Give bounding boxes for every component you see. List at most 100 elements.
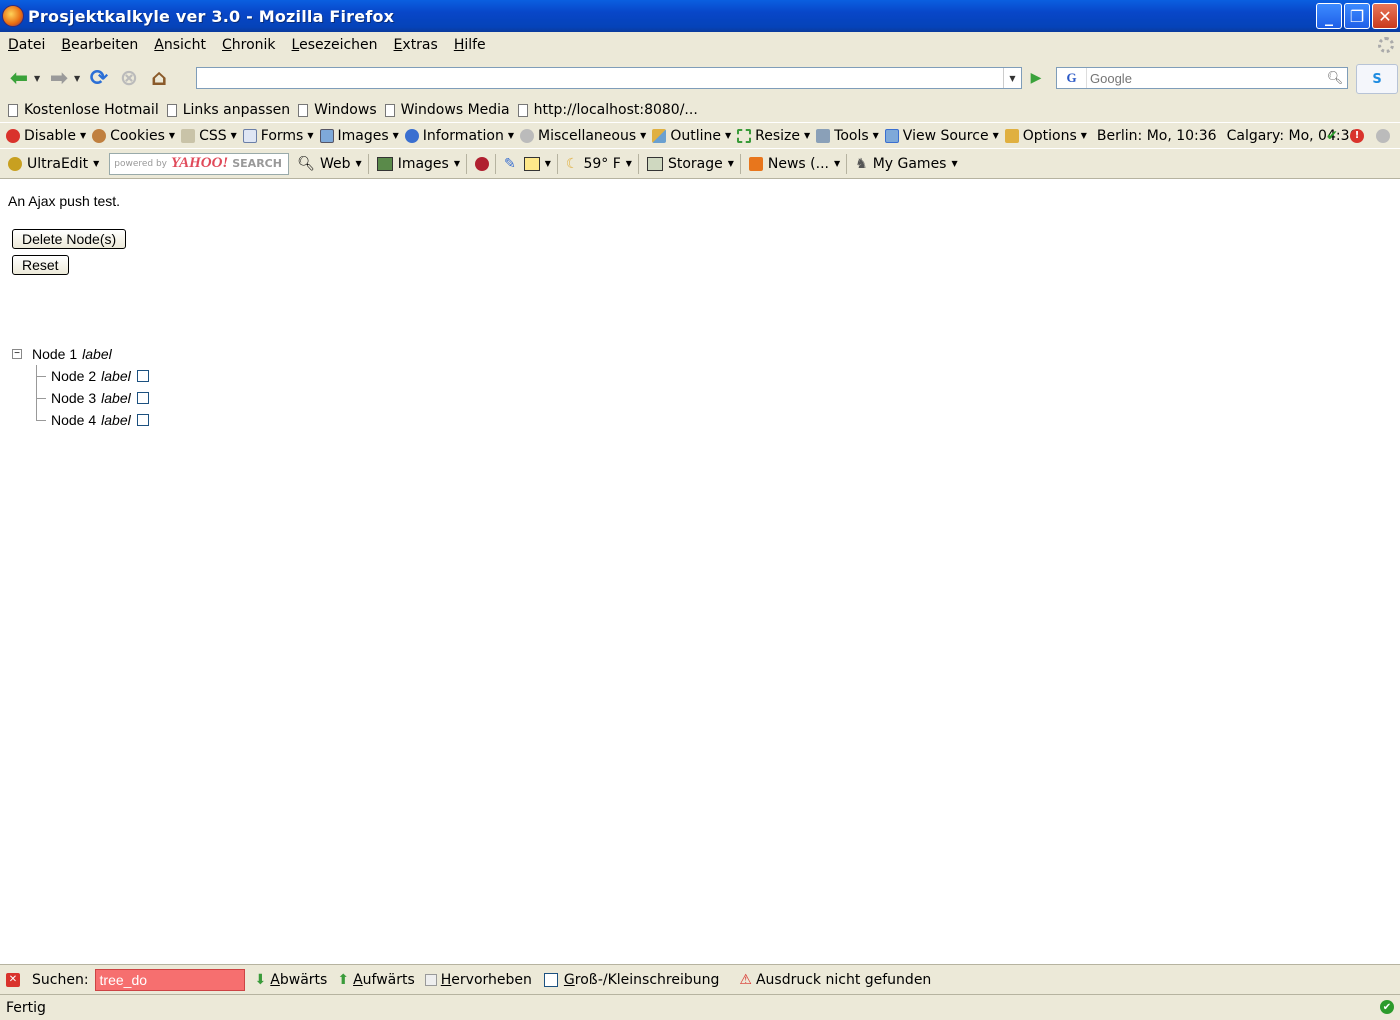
dev-cookies-menu[interactable]: Cookies ▼ <box>92 128 175 144</box>
menu-bearbeiten[interactable]: Bearbeiten <box>53 37 146 53</box>
highlight-button[interactable]: Hervorheben <box>424 971 532 988</box>
menu-chronik[interactable]: Chronik <box>214 37 284 53</box>
tree-root-node: − Node 1 label <box>10 343 149 365</box>
throbber-icon <box>1378 37 1394 53</box>
images-icon <box>319 128 334 143</box>
minimize-button[interactable]: _ <box>1316 3 1342 29</box>
bookmark-item[interactable]: Links anpassen <box>166 102 290 118</box>
url-input[interactable] <box>197 68 1003 88</box>
forward-history-dropdown[interactable]: ▼ <box>74 74 84 83</box>
find-input[interactable]: tree_do <box>94 968 245 991</box>
search-icon: 🔍︎ <box>297 155 316 172</box>
error-icon[interactable]: ! <box>1350 128 1364 143</box>
find-previous-button[interactable]: ⬆ Aufwärts <box>337 972 414 988</box>
home-button[interactable]: ⌂ <box>144 63 174 93</box>
collapse-icon[interactable]: − <box>12 349 22 359</box>
stop-button[interactable]: ⊗ <box>114 63 144 93</box>
dev-css-menu[interactable]: CSS ▼ <box>181 128 237 144</box>
chevron-down-icon: ▼ <box>1080 131 1087 140</box>
chevron-down-icon: ▼ <box>168 131 176 140</box>
close-button[interactable]: ✕ <box>1372 3 1398 29</box>
bookmark-item[interactable]: Windows Media <box>384 102 510 118</box>
yahoo-games-button[interactable]: ♞ My Games ▼ <box>855 156 958 172</box>
checkmark-icon[interactable]: ✔ <box>1326 128 1338 144</box>
maximize-button[interactable]: ❐ <box>1344 3 1370 29</box>
web-developer-toolbar: Disable ▼ Cookies ▼ CSS ▼ Forms ▼ Images ▼ In… <box>0 122 1400 148</box>
status-icon[interactable] <box>1376 128 1390 143</box>
menu-datei[interactable]: Datei <box>0 37 53 53</box>
dev-options-menu[interactable]: Options ▼ <box>1004 128 1087 144</box>
chevron-down-icon: ▼ <box>355 159 362 168</box>
dev-forms-menu[interactable]: Forms ▼ <box>242 127 314 144</box>
dev-resize-menu[interactable]: Resize ▼ <box>737 128 810 144</box>
highlight-label: Hervorheben <box>440 971 532 988</box>
node-checkbox[interactable] <box>136 414 149 426</box>
node-text: Node 4 <box>51 412 97 428</box>
dev-menu-label: View Source <box>902 127 989 144</box>
tree-connector-line <box>36 376 46 377</box>
url-history-dropdown[interactable]: ▼ <box>1003 68 1021 88</box>
node-checkbox[interactable] <box>136 370 149 382</box>
yahoo-search-box[interactable]: powered by YAHOO! SEARCH <box>109 152 290 175</box>
close-icon[interactable]: ✕ <box>6 972 20 987</box>
pen-icon: ✎ <box>504 155 516 172</box>
games-label: My Games <box>872 155 947 172</box>
go-button[interactable]: ▶ <box>1024 67 1048 89</box>
bookmark-label: Kostenlose Hotmail <box>24 102 159 118</box>
bookmarks-toolbar: Kostenlose Hotmail Links anpassen Window… <box>0 98 1400 122</box>
chevron-down-icon: ▼ <box>625 159 632 168</box>
ultraedit-button[interactable]: UltraEdit ▼ <box>8 156 99 172</box>
search-input[interactable] <box>1087 68 1323 88</box>
forward-button[interactable]: ➡ <box>44 63 74 93</box>
menu-hilfe[interactable]: Hilfe <box>446 37 494 53</box>
search-icon[interactable]: 🔍︎ <box>1323 68 1347 88</box>
menu-extras[interactable]: Extras <box>386 37 446 53</box>
yahoo-antispy-button[interactable] <box>475 156 489 171</box>
dev-viewsource-menu[interactable]: View Source ▼ <box>884 127 999 144</box>
dev-misc-menu[interactable]: Miscellaneous ▼ <box>520 128 646 144</box>
bookmark-item[interactable]: Kostenlose Hotmail <box>8 102 159 118</box>
toolbar-separator <box>495 153 496 174</box>
find-next-button[interactable]: ⬇ Abwärts <box>255 972 328 988</box>
menu-lesezeichen[interactable]: Lesezeichen <box>284 37 386 53</box>
yahoo-news-button[interactable]: News (... ▼ <box>748 156 840 172</box>
chevron-down-icon: ▼ <box>727 159 734 168</box>
weather-label: 59° F <box>583 155 621 172</box>
menu-ansicht[interactable]: Ansicht <box>146 37 214 53</box>
dev-menu-label: Forms <box>260 127 304 144</box>
dev-outline-menu[interactable]: Outline ▼ <box>652 128 731 144</box>
match-case-label-wrap[interactable]: Groß-/Kleinschreibung <box>564 972 720 988</box>
forms-icon <box>242 128 257 143</box>
skype-button[interactable]: S <box>1356 64 1398 94</box>
bookmark-item[interactable]: http://localhost:8080/... <box>517 102 698 118</box>
search-engine-icon[interactable]: G <box>1057 68 1087 88</box>
delete-nodes-button[interactable]: Delete Node(s) <box>12 229 127 249</box>
back-history-dropdown[interactable]: ▼ <box>34 74 44 83</box>
yahoo-storage-button[interactable]: Storage ▼ <box>646 156 734 172</box>
dev-information-menu[interactable]: Information ▼ <box>404 128 514 144</box>
yahoo-pen-button[interactable]: ✎ <box>504 156 516 172</box>
node-checkbox[interactable] <box>136 392 149 404</box>
dev-images-menu[interactable]: Images ▼ <box>319 128 399 144</box>
bookmark-item[interactable]: Windows <box>298 102 377 118</box>
find-status: ⚠ Ausdruck nicht gefunden <box>739 972 931 988</box>
back-button[interactable]: ⬅ <box>4 63 34 93</box>
bookmark-label: http://localhost:8080/... <box>533 102 698 118</box>
tools-icon <box>816 128 831 143</box>
find-previous-label: Aufwärts <box>353 971 415 988</box>
highlight-icon <box>424 973 437 986</box>
yahoo-web-search-button[interactable]: 🔍︎ Web ▼ <box>297 156 361 172</box>
dev-tools-menu[interactable]: Tools ▼ <box>816 128 879 144</box>
yahoo-weather-button[interactable]: ☾ 59° F ▼ <box>566 156 632 172</box>
tree-node: Node 2 label <box>26 365 149 387</box>
dev-disable-menu[interactable]: Disable ▼ <box>6 128 86 144</box>
yahoo-calendar-button[interactable]: ▼ <box>523 156 551 171</box>
resize-icon <box>737 128 752 143</box>
shield-icon <box>475 156 489 171</box>
match-case-checkbox[interactable] <box>543 972 558 987</box>
reset-button[interactable]: Reset <box>12 255 69 275</box>
find-bar: ✕ Suchen: tree_do ⬇ Abwärts ⬆ Aufwärts Her… <box>0 964 1400 994</box>
yahoo-images-button[interactable]: Images ▼ <box>376 156 460 172</box>
reload-button[interactable]: ⟳ <box>84 63 114 93</box>
window-controls: _ ❐ ✕ <box>1316 3 1398 29</box>
